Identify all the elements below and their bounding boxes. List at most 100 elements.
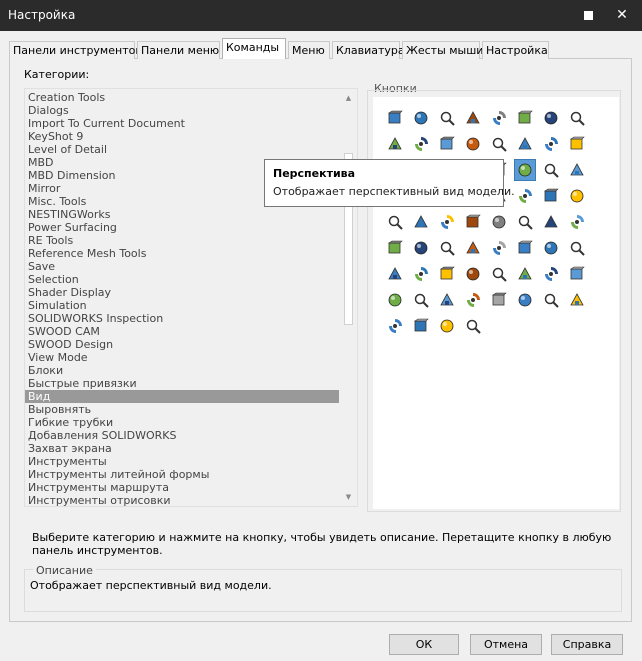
tab-customize[interactable]: Настройка [482, 41, 549, 59]
category-item[interactable]: Dialogs [25, 104, 339, 117]
category-item[interactable]: Creation Tools [25, 91, 339, 104]
tool-icon[interactable] [437, 290, 457, 310]
edit-icon[interactable] [411, 212, 431, 232]
help-button[interactable]: Справка [551, 634, 623, 655]
ok-button[interactable]: ОК [389, 634, 459, 655]
eye-icon[interactable] [385, 316, 405, 336]
zoom-fit-icon[interactable] [489, 108, 509, 128]
category-item[interactable]: View Mode [25, 351, 339, 364]
view-settings-icon[interactable] [489, 134, 509, 154]
palette-icon[interactable] [567, 186, 587, 206]
monitor-icon[interactable] [437, 108, 457, 128]
category-item[interactable]: Гибкие трубки [25, 416, 339, 429]
move-icon[interactable] [515, 134, 535, 154]
axes-icon[interactable] [567, 264, 587, 284]
arrow-icon[interactable] [411, 264, 431, 284]
category-item[interactable]: Инструменты отрисовки [25, 494, 339, 506]
line-icon[interactable] [541, 212, 561, 232]
light-icon[interactable] [489, 264, 509, 284]
category-item[interactable]: Блоки [25, 364, 339, 377]
category-item[interactable]: Добавления SOLIDWORKS [25, 429, 339, 442]
render-icon[interactable] [515, 186, 535, 206]
view-icon[interactable] [463, 134, 483, 154]
axes-icon[interactable] [385, 238, 405, 258]
wire-box-icon[interactable] [567, 134, 587, 154]
zoom-area-icon[interactable] [515, 108, 535, 128]
curve-icon[interactable] [437, 238, 457, 258]
category-item[interactable]: SWOOD CAM [25, 325, 339, 338]
maximize-button[interactable] [572, 0, 604, 31]
tab-mouse-gestures[interactable]: Жесты мыши [402, 41, 483, 59]
palette-icon[interactable] [541, 186, 561, 206]
close-button[interactable]: ✕ [606, 0, 638, 31]
split-icon[interactable] [463, 212, 483, 232]
layout-icon[interactable] [463, 238, 483, 258]
flashlight-icon[interactable] [385, 134, 405, 154]
categories-scrollbar[interactable]: ▲ ▼ [340, 89, 357, 506]
category-item[interactable]: NESTINGWorks [25, 208, 339, 221]
cube-icon[interactable] [411, 290, 431, 310]
category-item[interactable]: Захват экрана [25, 442, 339, 455]
eye-icon[interactable] [411, 316, 431, 336]
category-item[interactable]: Selection [25, 273, 339, 286]
folder-icon[interactable] [515, 264, 535, 284]
camera-icon[interactable] [515, 290, 535, 310]
palette-icon[interactable] [385, 290, 405, 310]
category-item[interactable]: Быстрые привязки [25, 377, 339, 390]
tab-toolbars[interactable]: Панели инструментов [9, 41, 142, 59]
box-icon[interactable] [541, 134, 561, 154]
eye-icon[interactable] [567, 290, 587, 310]
category-item[interactable]: Save [25, 260, 339, 273]
tab-menu-bars[interactable]: Панели меню [137, 41, 220, 59]
tab-menu[interactable]: Меню [288, 41, 330, 59]
axes-icon[interactable] [567, 212, 587, 232]
pencil-icon[interactable] [411, 108, 431, 128]
camera-icon[interactable] [489, 290, 509, 310]
zoom-out-icon[interactable] [567, 108, 587, 128]
category-item[interactable]: RE Tools [25, 234, 339, 247]
zoom-select-icon[interactable] [541, 108, 561, 128]
category-item[interactable]: Выровнять [25, 403, 339, 416]
categories-list[interactable]: Creation Tools Dialogs Import To Current D… [24, 88, 358, 507]
globe-icon[interactable] [463, 264, 483, 284]
cross-icon[interactable] [463, 290, 483, 310]
zoom-icon[interactable] [463, 108, 483, 128]
arrow-icon[interactable] [437, 264, 457, 284]
eye-icon[interactable] [437, 212, 457, 232]
category-item[interactable]: Simulation [25, 299, 339, 312]
zoom-area-icon[interactable] [567, 160, 587, 180]
shaded-edges-icon[interactable] [541, 160, 561, 180]
redraw-icon[interactable] [437, 134, 457, 154]
save-icon[interactable] [385, 212, 405, 232]
dimension-icon[interactable] [515, 238, 535, 258]
category-item[interactable]: Инструменты [25, 455, 339, 468]
scroll-up-icon[interactable]: ▲ [340, 91, 357, 105]
rotate-icon[interactable] [411, 134, 431, 154]
scroll-down-icon[interactable]: ▼ [340, 490, 357, 504]
category-item[interactable]: Инструменты литейной формы [25, 468, 339, 481]
dimension-icon[interactable] [385, 264, 405, 284]
category-item[interactable]: Reference Mesh Tools [25, 247, 339, 260]
category-item[interactable]: Power Surfacing [25, 221, 339, 234]
line-icon[interactable] [515, 212, 535, 232]
sphere-icon[interactable] [463, 316, 483, 336]
category-item[interactable]: Инструменты маршрута [25, 481, 339, 494]
category-item[interactable]: Level of Detail [25, 143, 339, 156]
perspective-icon[interactable] [514, 159, 536, 181]
category-item[interactable]: SOLIDWORKS Inspection [25, 312, 339, 325]
pencil-icon[interactable] [385, 108, 405, 128]
cloud-icon[interactable] [541, 290, 561, 310]
tag-icon[interactable] [411, 238, 431, 258]
grid-icon[interactable] [489, 238, 509, 258]
tab-keyboard[interactable]: Клавиатура [332, 41, 405, 59]
eye-icon[interactable] [541, 238, 561, 258]
category-item[interactable]: Shader Display [25, 286, 339, 299]
category-item[interactable]: SWOOD Design [25, 338, 339, 351]
category-item[interactable]: Вид [25, 390, 339, 403]
category-item[interactable]: Import To Current Document [25, 117, 339, 130]
grid-icon[interactable] [437, 316, 457, 336]
category-item[interactable]: KeyShot 9 [25, 130, 339, 143]
tab-commands[interactable]: Команды [222, 38, 286, 59]
cancel-button[interactable]: Отмена [470, 634, 542, 655]
box-icon[interactable] [489, 212, 509, 232]
